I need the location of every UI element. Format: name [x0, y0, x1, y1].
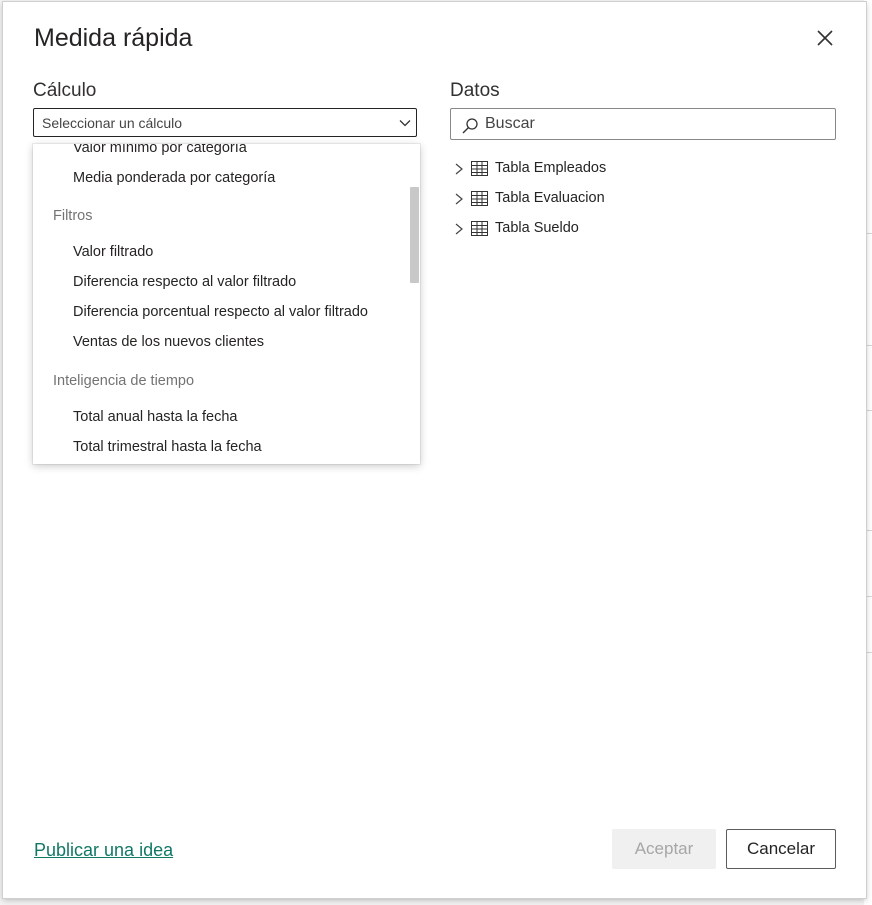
dropdown-item[interactable]: Media ponderada por categoría — [73, 170, 275, 186]
close-button[interactable] — [813, 26, 837, 50]
tree-item-label: Tabla Evaluacion — [495, 190, 605, 206]
accept-button[interactable]: Aceptar — [612, 829, 716, 869]
datos-label: Datos — [450, 80, 500, 101]
search-icon — [462, 118, 478, 134]
dropdown-item[interactable]: Diferencia porcentual respecto al valor … — [73, 304, 368, 320]
tree-item-tabla-sueldo[interactable]: Tabla Sueldo — [453, 218, 753, 240]
calculo-label: Cálculo — [33, 80, 97, 101]
dialog-title: Medida rápida — [34, 24, 193, 52]
dropdown-group-header: Filtros — [53, 208, 93, 224]
tree-item-label: Tabla Empleados — [495, 160, 607, 176]
dropdown-scrollbar-thumb[interactable] — [410, 187, 419, 283]
tree-item-tabla-empleados[interactable]: Tabla Empleados — [453, 158, 753, 180]
dropdown-item[interactable]: Diferencia respecto al valor filtrado — [73, 274, 296, 290]
calculation-select[interactable]: Seleccionar un cálculo — [33, 108, 417, 137]
search-input[interactable] — [485, 113, 825, 135]
dropdown-item[interactable]: Total trimestral hasta la fecha — [73, 439, 262, 455]
dropdown-item[interactable]: Valor mínimo por categoría — [73, 144, 247, 156]
dropdown-group-header: Inteligencia de tiempo — [53, 373, 195, 389]
table-icon — [471, 221, 488, 236]
chevron-down-icon — [399, 120, 411, 127]
table-icon — [471, 161, 488, 176]
tree-item-tabla-evaluacion[interactable]: Tabla Evaluacion — [453, 188, 753, 210]
chevron-right-icon[interactable] — [453, 192, 465, 206]
dropdown-item[interactable]: Total anual hasta la fecha — [73, 409, 237, 425]
calculation-dropdown-list[interactable]: Valor mínimo por categoría Media pondera… — [33, 144, 420, 464]
tree-item-label: Tabla Sueldo — [495, 220, 579, 236]
chevron-right-icon[interactable] — [453, 222, 465, 236]
cancel-button[interactable]: Cancelar — [726, 829, 836, 869]
table-icon — [471, 191, 488, 206]
search-box[interactable] — [450, 108, 836, 140]
dropdown-item[interactable]: Ventas de los nuevos clientes — [73, 334, 264, 350]
publish-idea-link[interactable]: Publicar una idea — [34, 840, 173, 861]
calculation-select-value: Seleccionar un cálculo — [42, 115, 183, 131]
dropdown-item[interactable]: Valor filtrado — [73, 244, 153, 260]
close-icon — [817, 30, 833, 46]
quick-measure-dialog: Medida rápida Cálculo Seleccionar un cál… — [3, 2, 866, 898]
chevron-right-icon[interactable] — [453, 162, 465, 176]
